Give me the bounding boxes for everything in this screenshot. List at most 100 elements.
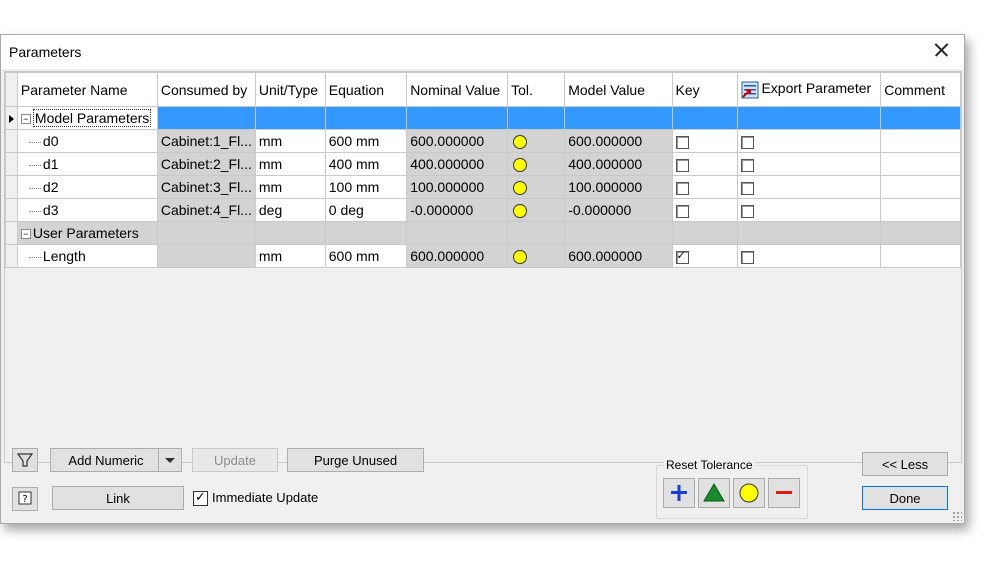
export-cell[interactable] [737,152,882,176]
tolerance-circle-icon[interactable] [513,158,528,173]
unit-type-cell[interactable]: deg [254,198,326,222]
close-icon[interactable] [926,37,956,63]
export-checkbox[interactable] [741,250,755,264]
upper-tolerance-button[interactable] [663,478,695,508]
lower-tolerance-button[interactable] [768,478,800,508]
plus-icon [671,485,687,501]
tolerance-cell[interactable] [507,152,566,176]
tolerance-cell[interactable] [507,198,566,222]
tolerance-circle-icon[interactable] [513,181,528,196]
export-cell[interactable] [737,129,882,153]
collapse-icon[interactable]: − [20,114,31,125]
key-checkbox[interactable] [675,158,689,172]
group-empty-cell [324,221,408,245]
col-tolerance[interactable]: Tol. [507,72,566,107]
col-export-parameter[interactable]: Export Parameter [737,72,882,107]
parameter-row[interactable]: d2 Cabinet:3_Fl... mm 100 mm 100.000000 100.0… [5,175,961,199]
equation-cell[interactable]: 100 mm [324,175,408,199]
immediate-update-label: Immediate Update [212,490,319,505]
filter-button[interactable] [12,448,38,472]
key-cell[interactable] [671,152,739,176]
add-numeric-button[interactable]: Add Numeric [50,448,182,472]
equation-cell[interactable]: 400 mm [324,152,408,176]
parameter-name-cell[interactable]: d2 [16,175,158,199]
group-name: User Parameters [32,225,139,241]
consumed-by-cell: Cabinet:3_Fl... [156,175,256,199]
col-consumed-by[interactable]: Consumed by [156,72,256,107]
comment-cell[interactable] [880,244,961,268]
immediate-update-check-icon[interactable] [193,489,208,507]
update-button[interactable]: Update [192,448,278,472]
circle-icon [739,483,759,503]
export-checkbox[interactable] [741,204,755,218]
export-checkbox[interactable] [741,158,755,172]
svg-text:?: ? [22,494,27,505]
export-checkbox[interactable] [741,135,755,149]
parameter-row[interactable]: d0 Cabinet:1_Fl... mm 600 mm 600.000000 600.0… [5,129,961,153]
header-row: Parameter Name Consumed by Unit/Type Equ… [5,72,961,107]
comment-cell[interactable] [880,198,961,222]
unit-type-cell[interactable]: mm [254,129,326,153]
collapse-icon[interactable]: − [20,229,31,240]
group-row[interactable]: − User Parameters [5,221,961,245]
nominal-tolerance-button[interactable] [733,478,765,508]
tolerance-cell[interactable] [507,175,566,199]
equation-cell[interactable]: 0 deg [324,198,408,222]
unit-type: deg [258,202,283,218]
export-checkbox[interactable] [741,181,755,195]
median-tolerance-button[interactable] [698,478,730,508]
export-cell[interactable] [737,175,882,199]
parameter-name-cell[interactable]: d3 [16,198,158,222]
parameter-name: d3 [42,202,59,218]
tolerance-circle-icon[interactable] [513,135,528,150]
col-unit-type[interactable]: Unit/Type [254,72,326,107]
tolerance-circle-icon[interactable] [513,250,528,265]
key-checkbox[interactable] [675,181,689,195]
comment-cell[interactable] [880,152,961,176]
triangle-icon [703,483,725,502]
export-cell[interactable] [737,244,882,268]
unit-type-cell[interactable]: mm [254,152,326,176]
tolerance-circle-icon[interactable] [513,204,528,219]
add-numeric-dropdown-icon[interactable] [158,449,181,471]
immediate-update-checkbox[interactable]: Immediate Update [193,489,319,507]
unit-type-cell[interactable]: mm [254,244,326,268]
parameter-row[interactable]: d1 Cabinet:2_Fl... mm 400 mm 400.000000 400.0… [5,152,961,176]
col-comment[interactable]: Comment [880,72,961,107]
equation-cell[interactable]: 600 mm [324,129,408,153]
key-cell[interactable] [671,244,739,268]
equation-cell[interactable]: 600 mm [324,244,408,268]
col-nominal-value[interactable]: Nominal Value [406,72,509,107]
key-checkbox[interactable] [675,135,689,149]
purge-unused-button[interactable]: Purge Unused [287,448,424,472]
comment-cell[interactable] [880,129,961,153]
comment-cell[interactable] [880,175,961,199]
key-checkbox[interactable] [675,249,689,264]
done-button[interactable]: Done [862,486,948,510]
key-checkbox[interactable] [675,204,689,218]
parameter-row[interactable]: Length mm 600 mm 600.000000 600.000000 [5,244,961,268]
col-parameter-name[interactable]: Parameter Name [16,72,158,107]
parameter-row[interactable]: d3 Cabinet:4_Fl... deg 0 deg -0.000000 -0.000… [5,198,961,222]
col-key[interactable]: Key [671,72,739,107]
group-name-cell[interactable]: − Model Parameters [16,106,158,130]
key-cell[interactable] [671,198,739,222]
col-model-value[interactable]: Model Value [564,72,673,107]
key-cell[interactable] [671,129,739,153]
parameter-name-cell[interactable]: d0 [16,129,158,153]
key-cell[interactable] [671,175,739,199]
parameter-name-cell[interactable]: Length [16,244,158,268]
unit-type-cell[interactable]: mm [254,175,326,199]
resize-grip-icon[interactable] [952,511,962,521]
tolerance-cell[interactable] [507,244,566,268]
group-name-cell[interactable]: − User Parameters [16,221,158,245]
parameter-name-cell[interactable]: d1 [16,152,158,176]
help-button[interactable]: ? [12,487,38,511]
export-cell[interactable] [737,198,882,222]
group-row[interactable]: − Model Parameters [5,106,961,130]
col-equation[interactable]: Equation [324,72,408,107]
less-button[interactable]: << Less [862,452,948,476]
tolerance-cell[interactable] [507,129,566,153]
link-button[interactable]: Link [52,486,184,510]
tree-line [28,141,41,143]
